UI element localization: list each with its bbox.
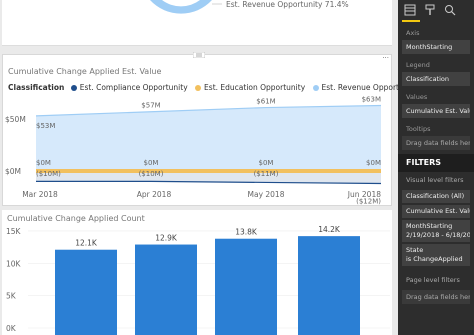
filter-card-condition: 2/19/2018 - 6/18/2018 [406,231,470,239]
x-tick-label: Jun 2018 [347,190,381,199]
y-tick-label: $50M [5,115,26,124]
filters-header: FILTERS [398,154,474,172]
filter-card-state[interactable]: State is ChangeApplied [402,244,470,266]
legend-field-well[interactable]: Classification [402,72,470,86]
pie-chart-visual[interactable]: Est. Revenue Opportunity 71.4% [2,0,392,46]
data-label-education: $0M [259,159,274,167]
values-field-well[interactable]: Cumulative Est. Value [402,104,470,118]
pie-chart: Est. Revenue Opportunity 71.4% [150,0,349,14]
tooltips-well-label: Tooltips [406,125,431,133]
data-label-education: $0M [366,159,381,167]
y-tick-label: 15K [6,227,22,236]
y-tick-label: 5K [6,292,17,301]
tooltips-drop-zone[interactable]: Drag data fields here [402,136,470,150]
bar[interactable] [298,236,360,335]
filter-card-condition: is ChangeApplied [406,255,463,263]
page-level-filters-label: Page level filters [406,276,460,284]
bar[interactable] [215,238,277,335]
filter-card-monthstarting[interactable]: MonthStarting 2/19/2018 - 6/18/2018 [402,220,470,242]
y-tick-label: $0M [5,167,21,176]
values-well-label: Values [406,93,428,101]
data-label-education: $0M [36,159,51,167]
data-label-revenue: $61M [256,98,275,106]
bar-data-label: 12.9K [155,234,178,243]
format-paint-roller-icon[interactable] [424,4,436,16]
bar[interactable] [135,244,197,335]
y-tick-label: 10K [6,259,22,268]
series-area-revenue[interactable] [36,105,381,171]
analytics-magnifier-icon[interactable] [444,4,456,16]
filter-card-field: MonthStarting [406,222,453,230]
data-label-compliance: ($11M) [254,170,279,178]
panel-tabs [398,0,474,20]
pie-slice-revenue[interactable] [150,0,212,14]
bar-chart-visual[interactable]: Cumulative Change Applied Count 0K 5K 10K 1… [2,210,392,335]
area-chart: $50M $0M $53M $57M $61M $63M $0M $0M $0M $0M ($10M… [5,95,381,205]
bar-data-label: 13.8K [235,228,258,237]
x-tick-label: Mar 2018 [22,190,58,199]
visual-level-filters-label: Visual level filters [406,176,464,184]
data-label-compliance: ($10M) [139,170,164,178]
data-label-compliance: ($10M) [36,170,61,178]
fields-icon[interactable] [404,4,416,16]
axis-field-well[interactable]: MonthStarting [402,40,470,54]
filter-card-cumulative-value[interactable]: Cumulative Est. Value is... [402,205,470,218]
x-tick-label: Apr 2018 [137,190,172,199]
y-tick-label: 0K [6,324,17,333]
filter-card-text: Classification (All) [406,192,465,200]
data-label-revenue: $53M [36,122,55,130]
filter-card-text: Cumulative Est. Value is... [406,207,470,215]
data-label-revenue: $63M [362,95,381,103]
side-panel: Axis MonthStarting Legend Classification… [398,0,474,335]
bar-chart: 0K 5K 10K 15K 12.1K 12.9K 13.8K 14.2K [6,225,390,335]
data-label-revenue: $57M [141,102,160,110]
active-tab-indicator [402,20,420,22]
bar-data-label: 14.2K [318,225,341,234]
bar-data-label: 12.1K [75,239,98,248]
filter-card-field: State [406,246,424,254]
x-tick-label: May 2018 [248,190,285,199]
bar[interactable] [55,249,117,335]
data-label-education: $0M [144,159,159,167]
pie-slice-label: Est. Revenue Opportunity 71.4% [226,0,349,9]
axis-well-label: Axis [406,29,420,37]
area-chart-visual[interactable]: ··· Cumulative Change Applied Est. Value… [2,52,398,206]
legend-well-label: Legend [406,61,430,69]
page-filters-drop-zone[interactable]: Drag data fields here [402,290,470,304]
filter-card-classification[interactable]: Classification (All) [402,190,470,203]
report-canvas: Est. Revenue Opportunity 71.4% ··· Cumul… [0,0,398,335]
